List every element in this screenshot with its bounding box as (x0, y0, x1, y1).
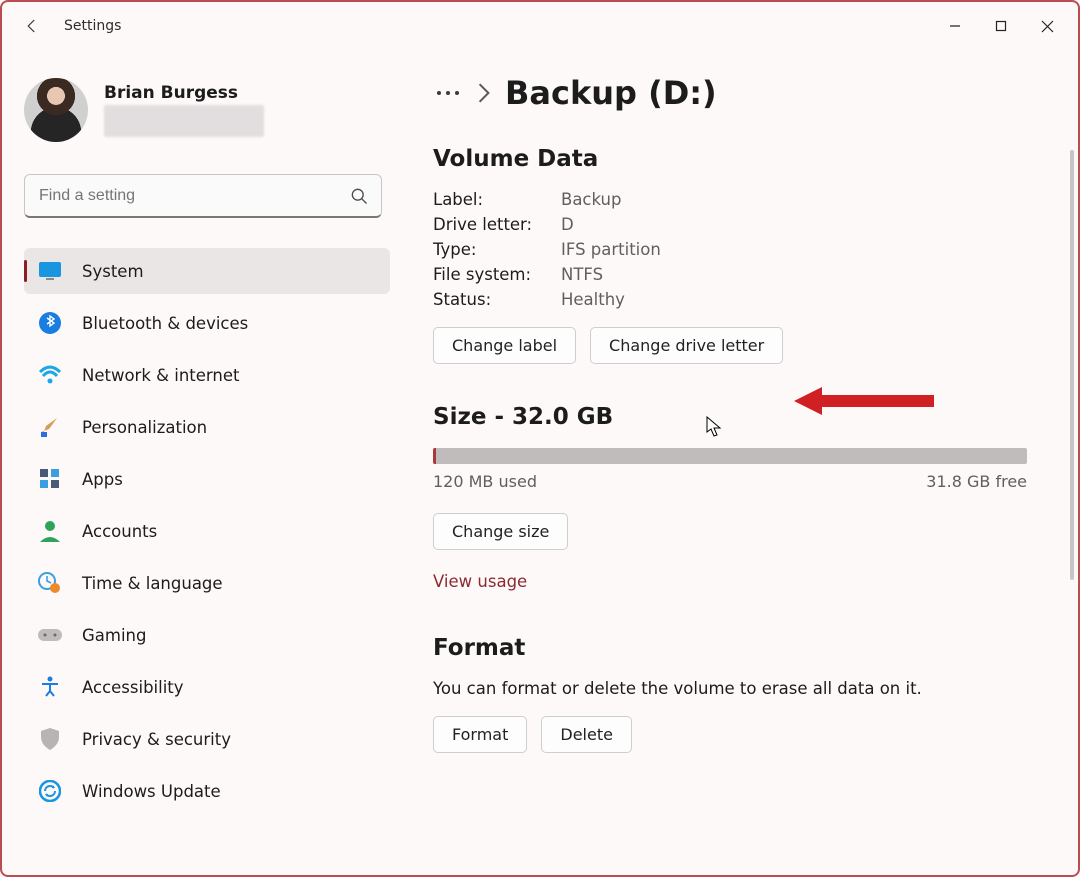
maximize-button[interactable] (978, 10, 1024, 42)
scrollbar[interactable] (1070, 150, 1074, 580)
size-heading: Size - 32.0 GB (433, 404, 1038, 430)
nav-label: Bluetooth & devices (82, 314, 248, 333)
drive-letter-key: Drive letter: (433, 215, 561, 234)
nav-item-accounts[interactable]: Accounts (24, 508, 390, 554)
profile-secondary-redacted (104, 105, 264, 137)
titlebar: Settings (2, 2, 1078, 50)
chevron-right-icon (477, 82, 491, 104)
format-heading: Format (433, 635, 1038, 661)
type-value: IFS partition (561, 240, 661, 259)
nav-label: Windows Update (82, 782, 221, 801)
sidebar: Brian Burgess System (2, 50, 397, 875)
minimize-button[interactable] (932, 10, 978, 42)
shield-icon (38, 727, 62, 751)
ellipsis-icon (436, 89, 460, 97)
accessibility-icon (38, 675, 62, 699)
close-button[interactable] (1024, 10, 1070, 42)
nav-item-bluetooth[interactable]: Bluetooth & devices (24, 300, 390, 346)
storage-used-label: 120 MB used (433, 472, 537, 491)
paintbrush-icon (38, 415, 62, 439)
nav-label: Gaming (82, 626, 147, 645)
nav-item-personalization[interactable]: Personalization (24, 404, 390, 450)
label-key: Label: (433, 190, 561, 209)
main-content: Backup (D:) Volume Data Label:Backup Dri… (397, 50, 1078, 875)
gamepad-icon (38, 623, 62, 647)
view-usage-link[interactable]: View usage (433, 572, 527, 591)
search-input[interactable] (37, 186, 349, 206)
nav-label: Time & language (82, 574, 223, 593)
filesystem-key: File system: (433, 265, 561, 284)
person-icon (38, 519, 62, 543)
nav-label: Privacy & security (82, 730, 231, 749)
format-button[interactable]: Format (433, 716, 527, 753)
nav-label: System (82, 262, 144, 281)
nav-label: Accounts (82, 522, 157, 541)
search-icon (349, 186, 369, 206)
system-icon (38, 259, 62, 283)
change-drive-letter-button[interactable]: Change drive letter (590, 327, 783, 364)
page-title: Backup (D:) (505, 74, 717, 112)
nav-item-windows-update[interactable]: Windows Update (24, 768, 390, 814)
app-title: Settings (64, 18, 121, 34)
back-button[interactable] (12, 6, 52, 46)
nav-label: Network & internet (82, 366, 239, 385)
profile[interactable]: Brian Burgess (24, 78, 383, 142)
filesystem-value: NTFS (561, 265, 603, 284)
nav-label: Apps (82, 470, 123, 489)
breadcrumb-overflow[interactable] (433, 82, 463, 104)
update-icon (38, 779, 62, 803)
nav-item-network[interactable]: Network & internet (24, 352, 390, 398)
profile-name: Brian Burgess (104, 83, 264, 103)
nav-item-time-language[interactable]: Time & language (24, 560, 390, 606)
window-controls (932, 10, 1070, 42)
change-label-button[interactable]: Change label (433, 327, 576, 364)
nav-item-privacy[interactable]: Privacy & security (24, 716, 390, 762)
search-box[interactable] (24, 174, 382, 218)
nav-item-system[interactable]: System (24, 248, 390, 294)
nav-label: Personalization (82, 418, 207, 437)
breadcrumb: Backup (D:) (433, 74, 1038, 112)
nav: System Bluetooth & devices Network & int… (24, 248, 390, 820)
type-key: Type: (433, 240, 561, 259)
clock-globe-icon (38, 571, 62, 595)
nav-item-gaming[interactable]: Gaming (24, 612, 390, 658)
change-size-button[interactable]: Change size (433, 513, 568, 550)
label-value: Backup (561, 190, 621, 209)
nav-label: Accessibility (82, 678, 184, 697)
bluetooth-icon (38, 311, 62, 335)
storage-bar-used (433, 448, 436, 464)
apps-icon (38, 467, 62, 491)
storage-bar (433, 448, 1027, 464)
status-key: Status: (433, 290, 561, 309)
volume-data-heading: Volume Data (433, 146, 1038, 172)
nav-item-apps[interactable]: Apps (24, 456, 390, 502)
settings-window: Settings Brian Burgess (0, 0, 1080, 877)
avatar (24, 78, 88, 142)
nav-item-accessibility[interactable]: Accessibility (24, 664, 390, 710)
format-description: You can format or delete the volume to e… (433, 679, 1038, 698)
wifi-icon (38, 363, 62, 387)
drive-letter-value: D (561, 215, 574, 234)
storage-free-label: 31.8 GB free (926, 472, 1027, 491)
delete-button[interactable]: Delete (541, 716, 632, 753)
status-value: Healthy (561, 290, 625, 309)
